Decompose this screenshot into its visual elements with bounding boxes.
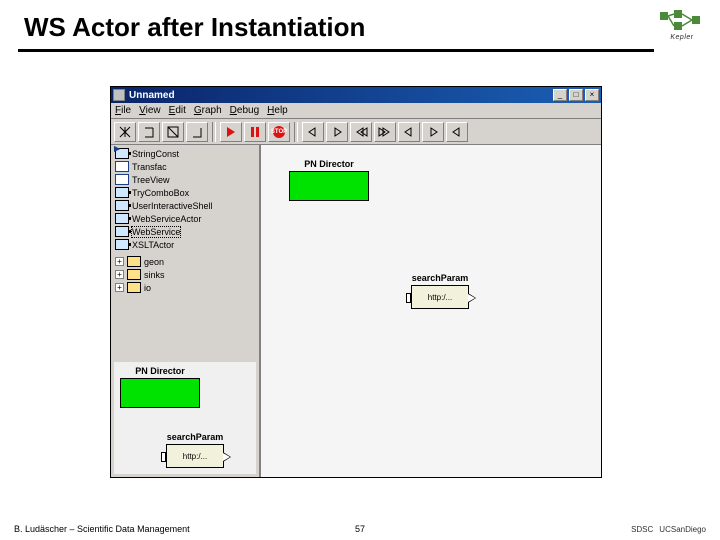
expand-icon[interactable]: + xyxy=(115,283,124,292)
stop-icon: STOP xyxy=(273,126,285,138)
minimize-button[interactable]: _ xyxy=(553,89,567,101)
footer-logo-ucsd: UCSanDiego xyxy=(659,525,706,534)
actor-value: http:/... xyxy=(428,293,452,302)
preview-search-param[interactable]: searchParam http:/... xyxy=(166,432,224,468)
actor-label: PN Director xyxy=(289,159,369,169)
menu-graph[interactable]: Graph xyxy=(194,105,222,116)
toolbar-separator-1 xyxy=(212,122,216,142)
sidebar: StringConst Transfac TreeView TryComboBo… xyxy=(111,145,261,477)
nav-6[interactable] xyxy=(422,122,444,142)
system-menu-icon[interactable] xyxy=(113,89,125,101)
preview-pn-director[interactable]: PN Director xyxy=(120,366,200,408)
canvas-pn-director[interactable]: PN Director xyxy=(289,159,369,201)
footer-logos: SDSC UCSanDiego xyxy=(631,525,706,534)
actor-tree[interactable]: StringConst Transfac TreeView TryComboBo… xyxy=(111,145,259,298)
actor-box xyxy=(289,171,369,201)
nav-2[interactable] xyxy=(326,122,348,142)
actor-label: searchParam xyxy=(411,273,469,283)
tree-folder: +geon xyxy=(115,255,257,268)
play-icon xyxy=(227,127,235,137)
workflow-canvas[interactable]: PN Director searchParam http:/... xyxy=(261,145,601,477)
window-title: Unnamed xyxy=(129,90,175,101)
work-area: StringConst Transfac TreeView TryComboBo… xyxy=(111,145,601,477)
menu-edit[interactable]: Edit xyxy=(169,105,186,116)
maximize-button[interactable]: □ xyxy=(569,89,583,101)
pause-icon xyxy=(251,127,259,137)
tree-item: XSLTActor xyxy=(115,238,257,251)
tree-folder: +io xyxy=(115,281,257,294)
tree-folder: +sinks xyxy=(115,268,257,281)
actor-box: http:/... xyxy=(411,285,469,309)
menu-help[interactable]: Help xyxy=(267,105,288,116)
menubar: File View Edit Graph Debug Help xyxy=(111,103,601,119)
window-titlebar: Unnamed _ □ × xyxy=(111,87,601,103)
toolbar-arrow-2[interactable] xyxy=(138,122,160,142)
slide-root: WS Actor after Instantiation Kepler Unna… xyxy=(0,0,720,540)
toolbar-arrow-4[interactable] xyxy=(186,122,208,142)
slide-footer: B. Ludäscher – Scientific Data Managemen… xyxy=(0,524,720,534)
menu-debug[interactable]: Debug xyxy=(230,105,259,116)
sidebar-preview-panel: PN Director searchParam http:/... xyxy=(114,362,256,474)
canvas-search-param[interactable]: searchParam http:/... xyxy=(411,273,469,309)
tree-item: StringConst xyxy=(115,147,257,160)
tree-item: TreeView xyxy=(115,173,257,186)
page-number: 57 xyxy=(355,524,365,534)
menu-file[interactable]: File xyxy=(115,105,131,116)
close-button[interactable]: × xyxy=(585,89,599,101)
toolbar: STOP xyxy=(111,119,601,145)
tree-item: WebServiceActor xyxy=(115,212,257,225)
toolbar-separator-2 xyxy=(294,122,298,142)
actor-label: PN Director xyxy=(120,366,200,376)
nav-4[interactable] xyxy=(374,122,396,142)
app-window: Unnamed _ □ × File View Edit Graph Debug… xyxy=(110,86,602,478)
pause-button[interactable] xyxy=(244,122,266,142)
tree-item-selected: WebService xyxy=(115,225,257,238)
expand-icon[interactable]: + xyxy=(115,257,124,266)
actor-box: http:/... xyxy=(166,444,224,468)
nav-7[interactable] xyxy=(446,122,468,142)
tree-item: UserInteractiveShell xyxy=(115,199,257,212)
toolbar-arrow-3[interactable] xyxy=(162,122,184,142)
actor-label: searchParam xyxy=(166,432,224,442)
kepler-logo: Kepler xyxy=(658,8,706,42)
tree-item: Transfac xyxy=(115,160,257,173)
toolbar-arrow-1[interactable] xyxy=(114,122,136,142)
nav-3[interactable] xyxy=(350,122,372,142)
menu-view[interactable]: View xyxy=(139,105,161,116)
actor-box xyxy=(120,378,200,408)
nav-1[interactable] xyxy=(302,122,324,142)
nav-5[interactable] xyxy=(398,122,420,142)
kepler-logo-label: Kepler xyxy=(658,34,706,41)
footer-logo-sdsc: SDSC xyxy=(631,525,653,534)
expand-icon[interactable]: + xyxy=(115,270,124,279)
title-rule xyxy=(18,49,654,52)
play-button[interactable] xyxy=(220,122,242,142)
footer-credit: B. Ludäscher – Scientific Data Managemen… xyxy=(14,524,190,534)
tree-item: TryComboBox xyxy=(115,186,257,199)
actor-value: http:/... xyxy=(183,452,207,461)
slide-title: WS Actor after Instantiation xyxy=(0,0,720,49)
stop-button[interactable]: STOP xyxy=(268,122,290,142)
